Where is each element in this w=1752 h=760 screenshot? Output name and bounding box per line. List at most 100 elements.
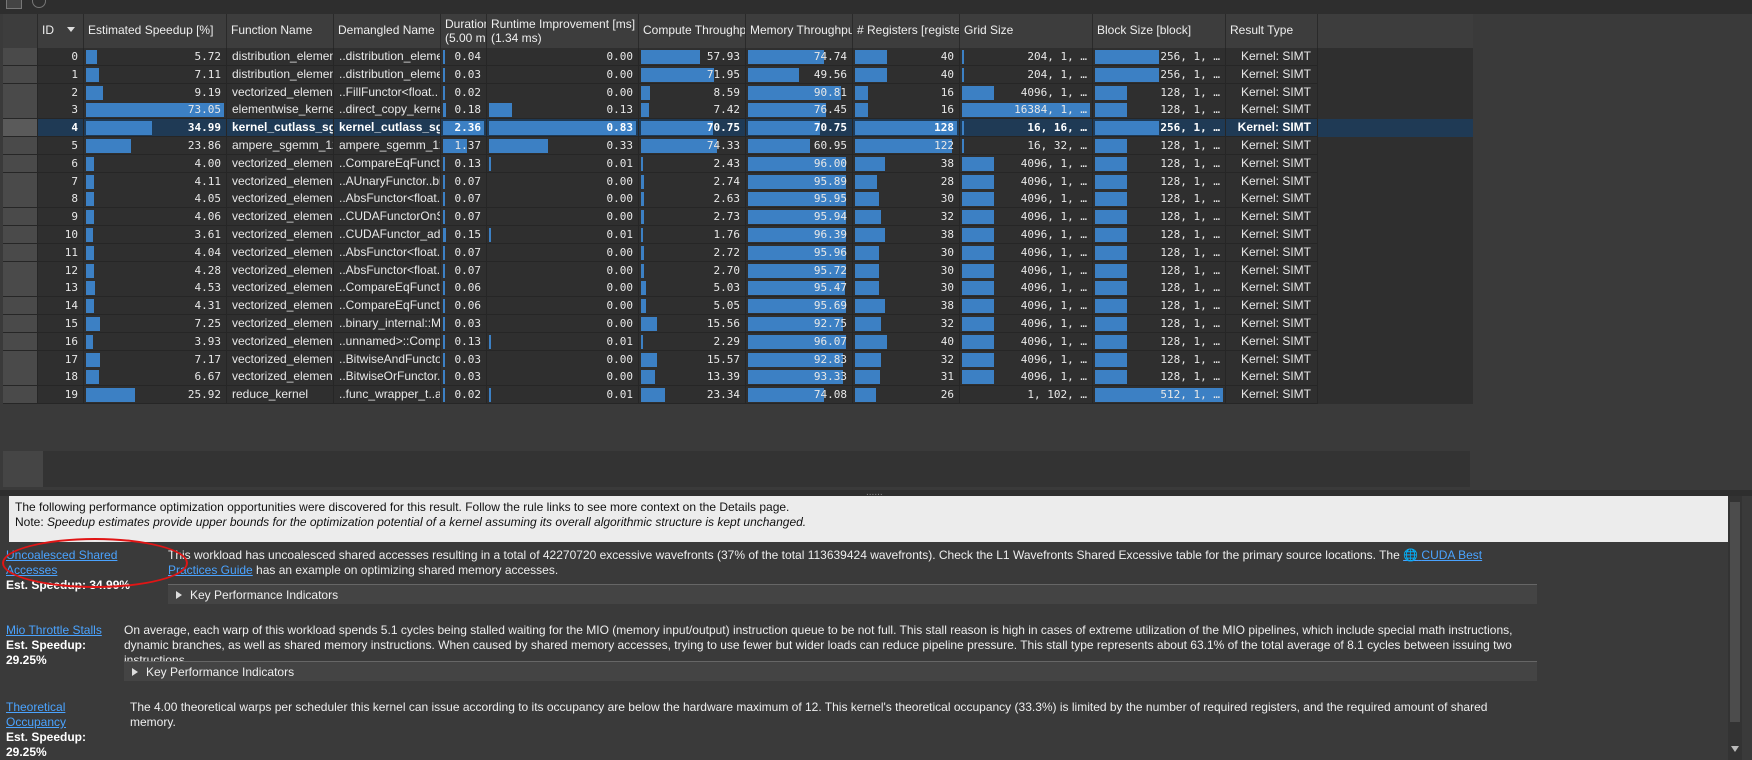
table-row[interactable]: 0 5.72 distribution_elemen... ..distributio… [3, 48, 1473, 66]
row-header[interactable] [3, 297, 38, 316]
cell-function-name: vectorized_element... [227, 315, 334, 333]
col-header-block-size[interactable]: Block Size [block] [1093, 14, 1226, 48]
cell-id: 10 [38, 226, 84, 244]
table-row[interactable]: 4 34.99 kernel_cutlass_sge... kernel_cutlas… [3, 119, 1473, 138]
table-row[interactable]: 16 3.93 vectorized_element... ..unnamed>::C… [3, 332, 1473, 351]
row-header[interactable] [3, 48, 38, 66]
cell-value: 2.74 [713, 174, 741, 188]
table-row[interactable]: 17 7.17 vectorized_element... ..BitwiseAndF… [3, 350, 1473, 369]
rule-link-theoretical-occupancy[interactable]: Theoretical Occupancy [6, 700, 128, 730]
cell-registers: 128 [853, 119, 960, 138]
table-row[interactable]: 18 6.67 vectorized_element... ..BitwiseOrFu… [3, 368, 1473, 387]
table-row[interactable]: 2 9.19 vectorized_element... ..FillFunctor<… [3, 83, 1473, 102]
table-row[interactable]: 14 4.31 vectorized_element... ..CompareEqFu… [3, 297, 1473, 316]
col-header-registers[interactable]: # Registers [register/t [853, 14, 960, 48]
table-row[interactable]: 5 23.86 ampere_sgemm_12... ampere_sgemm_12.… [3, 137, 1473, 155]
table-row[interactable]: 8 4.05 vectorized_element... ..AbsFunctor<f… [3, 190, 1473, 209]
col-header-runtime-improvement[interactable]: Runtime Improvement [ms] (1.34 ms) [487, 14, 639, 48]
rule-link-mio-throttle[interactable]: Mio Throttle Stalls [6, 623, 122, 638]
row-header[interactable] [3, 83, 38, 102]
cell-value: 4.11 [194, 174, 222, 188]
table-row[interactable]: 10 3.61 vectorized_element... ..CUDAFunctor… [3, 226, 1473, 244]
cell-id: 11 [38, 243, 84, 262]
row-header[interactable] [3, 315, 38, 333]
table-row[interactable]: 13 4.53 vectorized_element... ..CompareEqFu… [3, 279, 1473, 298]
cell-bar [855, 299, 885, 314]
table-empty-rows [43, 451, 1470, 487]
row-header[interactable] [3, 190, 38, 209]
table-row[interactable]: 6 4.00 vectorized_element... ..CompareEqFun… [3, 154, 1473, 173]
cell-runtime-improvement: 0.00 [487, 65, 639, 84]
cell-bar [86, 245, 94, 260]
table-row[interactable]: 12 4.28 vectorized_element... ..AbsFunctor<… [3, 261, 1473, 280]
cell-value: 4.28 [194, 263, 222, 277]
row-header[interactable] [3, 137, 38, 155]
row-header[interactable] [3, 172, 38, 191]
cell-bar [86, 388, 135, 403]
cell-value: 5 [71, 139, 78, 152]
table-row[interactable]: 7 4.11 vectorized_element... ..AUnaryFuncto… [3, 172, 1473, 191]
col-header-id[interactable]: ID [38, 14, 84, 48]
row-header[interactable] [3, 226, 38, 244]
col-header-demangled-name[interactable]: Demangled Name [334, 14, 441, 48]
table-row[interactable]: 1 7.11 distribution_elemen... ..distributio… [3, 65, 1473, 84]
cell-bar [962, 281, 994, 296]
cell-value: 3.61 [194, 228, 222, 241]
cell-function-name: distribution_elemen... [227, 48, 334, 66]
cell-value: 8.59 [713, 85, 741, 99]
col-header-grid-size[interactable]: Grid Size [960, 14, 1093, 48]
cell-value: 16384, 1, … [1014, 103, 1087, 117]
table-row[interactable]: 11 4.04 vectorized_element... ..AbsFunctor<… [3, 243, 1473, 262]
cell-value: 74.74 [813, 50, 847, 63]
cell-value: ..AbsFunctor<float.. [339, 191, 441, 206]
row-header[interactable] [3, 208, 38, 227]
row-header[interactable] [3, 101, 38, 120]
row-header[interactable] [3, 332, 38, 351]
table-row[interactable]: 15 7.25 vectorized_element... ..binary_inte… [3, 315, 1473, 333]
scroll-down-icon[interactable] [1731, 746, 1739, 752]
radio-icon[interactable] [32, 0, 46, 8]
col-header-speedup[interactable]: Estimated Speedup [%] [84, 14, 227, 48]
cell-bar [489, 334, 491, 349]
cell-value: 7.42 [713, 103, 741, 117]
cell-value: 0.83 [606, 121, 634, 135]
cell-bar [962, 263, 994, 278]
col-header-memory-throughput[interactable]: Memory Throughput [ [746, 14, 853, 48]
cell-memory-throughput: 49.56 [746, 65, 853, 84]
cell-bar [641, 352, 657, 367]
col-header-result-type[interactable]: Result Type [1226, 14, 1318, 48]
row-header[interactable] [3, 279, 38, 298]
cell-value: 7.11 [194, 67, 222, 81]
row-header[interactable] [3, 368, 38, 387]
row-header[interactable] [3, 386, 38, 405]
col-header-duration[interactable]: Duration(5.00 ms [441, 14, 487, 48]
cell-runtime-improvement: 0.33 [487, 137, 639, 155]
kpi-expander-2[interactable]: Key Performance Indicators [124, 661, 1537, 681]
col-header-function-name[interactable]: Function Name [227, 14, 334, 48]
cell-value: 0.00 [606, 85, 634, 99]
cell-duration: 0.02 [441, 83, 487, 102]
cell-registers: 40 [853, 48, 960, 66]
kpi-expander-1[interactable]: Key Performance Indicators [168, 584, 1537, 604]
cell-compute-throughput: 57.93 [639, 48, 746, 66]
row-header[interactable] [3, 261, 38, 280]
table-row[interactable]: 19 25.92 reduce_kernel ..func_wrapper_t..a.… [3, 386, 1473, 405]
checkbox-icon[interactable] [6, 0, 22, 9]
cell-value: distribution_elemen... [232, 66, 334, 81]
row-header[interactable] [3, 243, 38, 262]
cell-speedup: 5.72 [84, 48, 227, 66]
row-header[interactable] [3, 350, 38, 369]
table-row[interactable]: 3 73.05 elementwise_kernel ..direct_copy_ke… [3, 101, 1473, 120]
row-header[interactable] [3, 65, 38, 84]
details-scrollbar[interactable] [1728, 496, 1742, 760]
cell-grid-size: 4096, 1, … [960, 261, 1093, 280]
col-header-compute-throughput[interactable]: Compute Throughput [639, 14, 746, 48]
row-header[interactable] [3, 119, 38, 138]
cell-block-size: 128, 1, … [1093, 172, 1226, 191]
scrollbar-thumb[interactable] [1730, 502, 1740, 722]
cell-compute-throughput: 15.56 [639, 315, 746, 333]
cell-value: 4096, 1, … [1020, 263, 1087, 277]
rule-mio-throttle: Mio Throttle Stalls Est. Speedup: 29.25% [6, 623, 122, 668]
row-header[interactable] [3, 154, 38, 173]
table-row[interactable]: 9 4.06 vectorized_element... ..CUDAFunctorO… [3, 208, 1473, 227]
